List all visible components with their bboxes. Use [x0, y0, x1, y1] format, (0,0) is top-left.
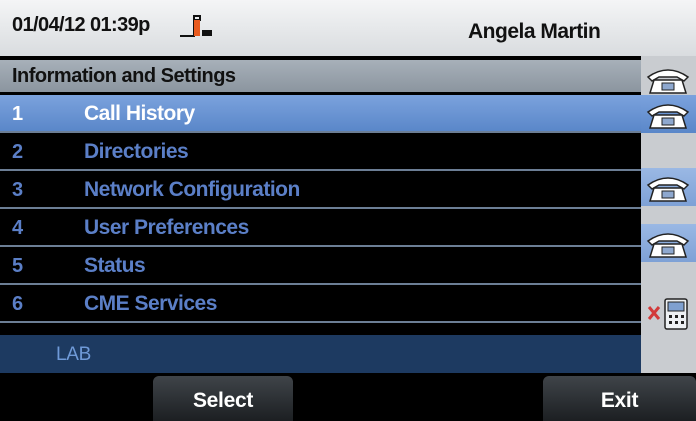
- exit-softkey[interactable]: Exit: [543, 376, 696, 421]
- status-strip: LAB: [0, 335, 641, 373]
- menu-item-number: 6: [12, 293, 24, 315]
- menu-item-cme-services[interactable]: 6 CME Services: [0, 285, 641, 323]
- menu-item-user-preferences[interactable]: 4 User Preferences: [0, 209, 641, 247]
- menu-item-directories[interactable]: 2 Directories: [0, 133, 641, 171]
- phone-line-icon: [646, 104, 690, 129]
- settings-menu: 1 Call History 2 Directories 3 Network C…: [0, 95, 641, 323]
- off-hook-handset-icon: [180, 15, 212, 37]
- menu-item-number: 1: [12, 103, 24, 125]
- select-softkey-label: Select: [192, 389, 254, 412]
- select-softkey[interactable]: Select: [153, 376, 293, 421]
- status-strip-text: LAB: [56, 344, 92, 365]
- menu-item-label: CME Services: [84, 292, 217, 315]
- status-header: 01/04/12 01:39p Angela Martin: [0, 0, 696, 56]
- menu-item-status[interactable]: 5 Status: [0, 247, 641, 285]
- line-key-2[interactable]: [641, 95, 696, 133]
- line-key-3[interactable]: [641, 168, 696, 206]
- user-name: Angela Martin: [468, 20, 601, 43]
- menu-item-label: Status: [84, 254, 146, 277]
- menu-item-call-history[interactable]: 1 Call History: [0, 95, 641, 133]
- phone-line-icon: [646, 233, 690, 258]
- line-key-4[interactable]: [641, 224, 696, 262]
- line-key-column: [641, 56, 696, 376]
- line-key-5[interactable]: [641, 292, 696, 330]
- line-key-1[interactable]: [641, 60, 696, 98]
- exit-softkey-label: Exit: [600, 389, 639, 412]
- menu-item-number: 5: [12, 255, 24, 277]
- phone-line-icon: [646, 177, 690, 202]
- title-bar: Information and Settings: [0, 60, 641, 92]
- disconnected-phone-icon: [647, 298, 688, 330]
- menu-item-number: 3: [12, 179, 24, 201]
- datetime: 01/04/12 01:39p: [12, 14, 150, 36]
- menu-item-label: User Preferences: [84, 216, 249, 239]
- menu-item-number: 4: [12, 217, 24, 239]
- menu-item-network-configuration[interactable]: 3 Network Configuration: [0, 171, 641, 209]
- softkey-bar: Select Exit: [0, 373, 696, 421]
- menu-item-label: Network Configuration: [84, 178, 300, 201]
- menu-item-number: 2: [12, 141, 24, 163]
- menu-item-label: Call History: [84, 102, 195, 125]
- phone-line-icon: [646, 69, 690, 94]
- phone-screen: 01/04/12 01:39p Angela Martin Informatio…: [0, 0, 696, 421]
- menu-item-label: Directories: [84, 140, 189, 163]
- page-title: Information and Settings: [12, 65, 236, 87]
